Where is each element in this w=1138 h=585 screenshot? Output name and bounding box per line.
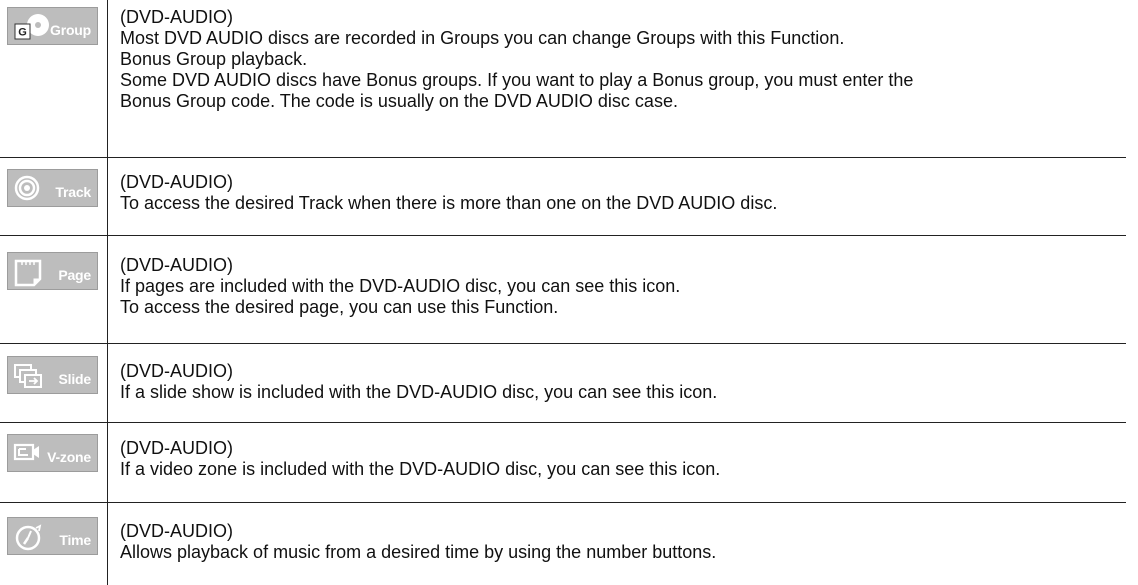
time-description: (DVD-AUDIO) Allows playback of music fro…	[120, 521, 1130, 563]
v-zone-icon: V-zone	[7, 434, 98, 472]
group-icon-label: Group	[50, 22, 91, 38]
row-divider	[0, 343, 1126, 344]
description-line: Allows playback of music from a desired …	[120, 542, 717, 562]
description-line: (DVD-AUDIO)	[120, 7, 233, 27]
description-line: To access the desired page, you can use …	[120, 297, 559, 317]
description-line: Bonus Group playback.	[120, 49, 308, 69]
track-icon: Track	[7, 169, 98, 207]
description-line: To access the desired Track when there i…	[120, 193, 778, 213]
time-icon: Time	[7, 517, 98, 555]
slide-description: (DVD-AUDIO) If a slide show is included …	[120, 361, 1130, 403]
v-zone-description: (DVD-AUDIO) If a video zone is included …	[120, 438, 1130, 480]
description-line: Some DVD AUDIO discs have Bonus groups. …	[120, 70, 914, 90]
description-line: (DVD-AUDIO)	[120, 255, 233, 275]
description-line: Bonus Group code. The code is usually on…	[120, 91, 678, 111]
row-divider	[0, 422, 1126, 423]
row-divider	[0, 157, 1126, 158]
page-icon-label: Page	[58, 267, 91, 283]
slide-icon-label: Slide	[58, 371, 92, 387]
group-description: (DVD-AUDIO) Most DVD AUDIO discs are rec…	[120, 7, 1130, 112]
description-line: Most DVD AUDIO discs are recorded in Gro…	[120, 28, 845, 48]
description-line: If a video zone is included with the DVD…	[120, 459, 721, 479]
description-line: If a slide show is included with the DVD…	[120, 382, 718, 402]
description-line: If pages are included with the DVD-AUDIO…	[120, 276, 681, 296]
page-description: (DVD-AUDIO) If pages are included with t…	[120, 255, 1130, 318]
page-icon: Page	[7, 252, 98, 290]
description-line: (DVD-AUDIO)	[120, 361, 233, 381]
track-icon-label: Track	[55, 184, 91, 200]
slide-icon: Slide	[7, 356, 98, 394]
description-line: (DVD-AUDIO)	[120, 438, 233, 458]
time-icon-label: Time	[59, 532, 91, 548]
column-divider	[107, 0, 108, 585]
group-icon: G Group	[7, 7, 98, 45]
v-zone-icon-label: V-zone	[47, 449, 91, 465]
description-line: (DVD-AUDIO)	[120, 521, 233, 541]
row-divider	[0, 235, 1126, 236]
group-icon-letter: G	[18, 27, 27, 39]
track-description: (DVD-AUDIO) To access the desired Track …	[120, 172, 1130, 214]
description-line: (DVD-AUDIO)	[120, 172, 233, 192]
row-divider	[0, 502, 1126, 503]
